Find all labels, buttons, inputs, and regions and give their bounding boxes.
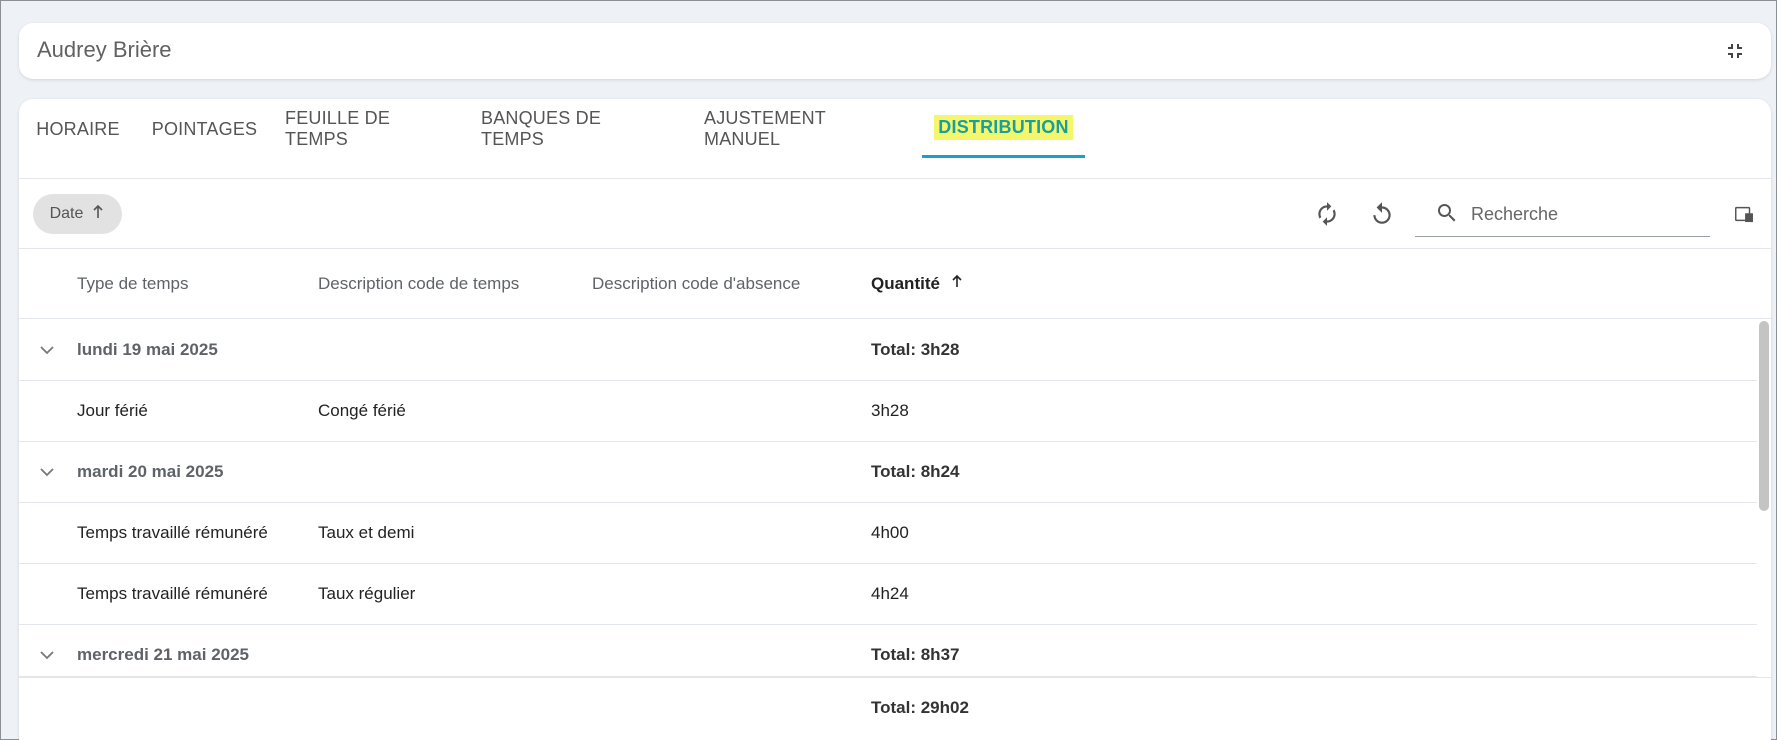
chevron-down-icon[interactable]: [35, 460, 59, 484]
cell-quantity: 4h24: [871, 584, 909, 603]
cell-code-desc: Congé férié: [318, 401, 406, 420]
tab-pointages[interactable]: POINTAGES: [152, 99, 257, 159]
cell-type: Temps travaillé rémunéré: [77, 523, 268, 542]
column-header-quantity[interactable]: Quantité: [871, 274, 963, 294]
undo-icon[interactable]: [1368, 200, 1396, 228]
column-header-type[interactable]: Type de temps: [77, 274, 189, 294]
search-field[interactable]: [1415, 191, 1710, 237]
group-date: mercredi 21 mai 2025: [77, 645, 250, 664]
table-row[interactable]: Jour férié Congé férié 3h28: [19, 381, 1757, 442]
cell-quantity: 4h00: [871, 523, 909, 542]
column-header-absence-desc[interactable]: Description code d'absence: [592, 274, 800, 294]
cell-code-desc: Taux et demi: [318, 523, 415, 542]
employee-header-card: Audrey Brière: [19, 23, 1771, 79]
group-total: Total: 8h37: [871, 645, 960, 664]
group-total: Total: 3h28: [871, 340, 960, 359]
cell-code-desc: Taux régulier: [318, 584, 416, 603]
tab-distribution[interactable]: DISTRIBUTION: [922, 99, 1085, 158]
tab-ajustement-manuel[interactable]: AJUSTEMENT MANUEL: [704, 99, 904, 159]
group-date: mardi 20 mai 2025: [77, 462, 224, 481]
tab-feuille-de-temps[interactable]: FEUILLE DE TEMPS: [285, 99, 450, 159]
group-date: lundi 19 mai 2025: [77, 340, 218, 359]
table-row[interactable]: Temps travaillé rémunéré Taux régulier 4…: [19, 564, 1757, 625]
group-row[interactable]: mardi 20 mai 2025 Total: 8h24: [19, 442, 1757, 503]
cell-quantity: 3h28: [871, 401, 909, 420]
arrow-up-icon: [951, 274, 963, 293]
grand-total: Total: 29h02: [871, 698, 969, 717]
column-header-code-desc[interactable]: Description code de temps: [318, 274, 519, 294]
grand-total-row: Total: 29h02: [19, 677, 1771, 737]
group-total: Total: 8h24: [871, 462, 960, 481]
tab-banques-de-temps[interactable]: BANQUES DE TEMPS: [481, 99, 661, 159]
group-row[interactable]: mercredi 21 mai 2025 Total: 8h37: [19, 625, 1757, 677]
tab-horaire[interactable]: HORAIRE: [33, 99, 123, 159]
chevron-down-icon[interactable]: [35, 338, 59, 362]
vertical-scrollbar[interactable]: [1759, 321, 1769, 511]
sort-chip-label: Date: [49, 205, 84, 222]
chevron-down-icon[interactable]: [35, 643, 59, 667]
search-icon: [1435, 201, 1459, 230]
tab-bar: HORAIRE POINTAGES FEUILLE DE TEMPS BANQU…: [19, 99, 1771, 179]
collapse-fullscreen-icon[interactable]: [1721, 37, 1749, 65]
search-input[interactable]: [1471, 199, 1696, 229]
sort-chip-date[interactable]: Date: [33, 194, 122, 234]
table-row[interactable]: Temps travaillé rémunéré Taux et demi 4h…: [19, 503, 1757, 564]
arrow-up-icon: [91, 204, 105, 225]
table-toolbar: Date: [19, 179, 1771, 249]
table-header: Type de temps Description code de temps …: [19, 249, 1771, 319]
distribution-card: HORAIRE POINTAGES FEUILLE DE TEMPS BANQU…: [19, 99, 1771, 740]
refresh-icon[interactable]: [1313, 200, 1341, 228]
group-row[interactable]: lundi 19 mai 2025 Total: 3h28: [19, 320, 1757, 381]
employee-name: Audrey Brière: [37, 37, 172, 62]
column-settings-icon[interactable]: [1730, 200, 1758, 228]
cell-type: Temps travaillé rémunéré: [77, 584, 268, 603]
cell-type: Jour férié: [77, 401, 148, 420]
